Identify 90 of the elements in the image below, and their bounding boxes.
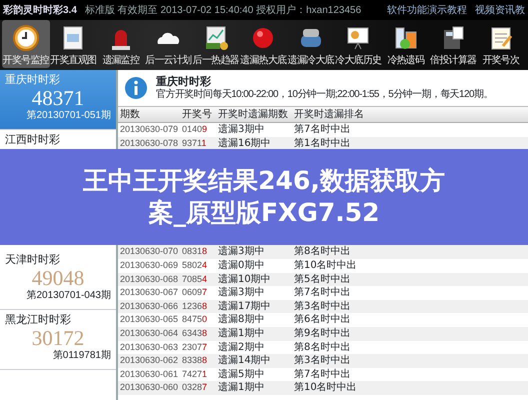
table-cell-text: 20130630-060 [119, 381, 180, 394]
info-icon [124, 76, 148, 100]
table-cell-text: 20130630-068 [119, 272, 180, 286]
lottery-item[interactable]: 重庆时时彩 48371 第20130701-051期 [0, 70, 116, 130]
draw-number: 49048 [30, 266, 86, 290]
table-cell-text: 12368 [182, 300, 208, 313]
tutorial-link[interactable]: 视频资讯教 [475, 2, 525, 18]
lottery-name: 重庆时时彩 [5, 73, 61, 86]
table-cell-text: 20130630-062 [119, 354, 180, 368]
table-cell-text: 第9名时中出 [294, 326, 352, 340]
table-cell-text: 第7名时中出 [294, 123, 352, 137]
table-cell-text: 84750 [182, 313, 208, 326]
column-header: 开奖号 [182, 108, 213, 122]
draw-number: 48371 [30, 86, 86, 110]
table-cell-text: 20130630-064 [119, 326, 180, 340]
table-cell-text: 63438 [182, 326, 208, 340]
table-cell-text: 第10名时中出 [294, 258, 358, 273]
table-cell-text: 第8名时中出 [294, 340, 352, 354]
table-cell-text: 23077 [182, 340, 208, 354]
column-header: 开奖时遗漏期数 [218, 108, 289, 122]
toolbar-button[interactable]: 倍投计算器 [430, 20, 477, 68]
table-cell-text: 遗漏3期中 [218, 245, 266, 259]
table-cell-text: 遗漏2期中 [218, 340, 266, 354]
table-cell-text: 58024 [182, 258, 208, 272]
table-cell-text: 遗漏3期中 [218, 286, 266, 300]
clock-icon [12, 24, 40, 52]
table-cell-text: 70854 [182, 272, 208, 286]
info-text: 官方开奖时间每天10:00-22:00，10分钟一期;22:00-1:55，5分钟一期，每天120期。 [156, 88, 493, 101]
table-cell-text: 74271 [182, 368, 208, 381]
toolbar-button[interactable]: 后一热趋器 [192, 20, 240, 68]
info-title: 重庆时时彩 [156, 75, 212, 88]
toolbar-button[interactable]: 冷大底历史 [334, 20, 382, 68]
table-cell-text: 遗漏0期中 [218, 258, 266, 273]
table-cell-text: 第7名时中出 [294, 286, 352, 300]
period-label: 第20130701-051期 [25, 110, 111, 122]
lottery-item[interactable]: 天津时时彩 49048 第20130701-043期 [0, 250, 116, 310]
tutorial-link[interactable]: 软件功能演示教程 [387, 2, 467, 18]
table-cell-text: 第3名时中出 [294, 354, 352, 368]
period-label: 第0119781期 [52, 350, 111, 362]
table-cell-text: 20130630-069 [119, 258, 180, 272]
table-cell-text: 03287 [182, 381, 208, 394]
app-title: 彩韵灵时时彩3.4 [3, 4, 77, 18]
table-cell-text: 第5名时中出 [294, 272, 352, 286]
table-cell-text: 01409 [182, 123, 208, 136]
toolbar-button[interactable]: 开奖号次 [477, 20, 524, 68]
table-cell-text: 93711 [182, 136, 208, 150]
table-cell-text: 遗漏10期中 [218, 272, 272, 286]
lottery-name: 黑龙江时时彩 [5, 313, 72, 326]
caption-banner: 王中王开奖结果246,数据获取方 案_原型版FXG7.52 [0, 149, 528, 245]
table-cell-text: 20130630-066 [119, 300, 180, 313]
lottery-item[interactable]: 黑龙江时时彩 30172 第0119781期 [0, 310, 116, 370]
draw-number: 30172 [30, 326, 86, 350]
toolbar-button[interactable]: 开奖号监控 [2, 20, 50, 68]
lottery-name: 天津时时彩 [5, 253, 61, 266]
toolbar-button[interactable]: 开奖直观图 [50, 20, 97, 68]
table-cell-text: 20130630-078 [119, 136, 180, 150]
license-info: 标准版 有效期至 2013-07-02 15:40:40 授权用户：hxan123456 [84, 4, 362, 18]
lottery-name: 江西时时彩 [5, 133, 61, 146]
column-header: 期数 [119, 108, 141, 122]
table-cell-text: 遗漏1期中 [218, 326, 266, 340]
column-header: 开奖时遗漏排名 [294, 108, 365, 122]
table-cell-text: 08318 [182, 245, 208, 258]
table-cell-text: 遗漏14期中 [218, 354, 272, 368]
table-cell-text: 20130630-067 [119, 286, 180, 300]
table-cell-text: 20130630-061 [119, 368, 180, 381]
table-cell-text: 第3名时中出 [294, 300, 352, 314]
table-cell-text: 20130630-079 [119, 123, 180, 136]
toolbar-button[interactable]: 遗漏热大底 [240, 20, 287, 68]
table-cell-text: 第10名时中出 [294, 381, 358, 395]
lottery-item[interactable]: 江西时时彩 [0, 130, 116, 149]
table-cell-text: 遗漏5期中 [218, 368, 266, 382]
toolbar-button[interactable]: 冷热遗码 [382, 20, 430, 68]
table-cell-text: 20130630-065 [119, 313, 180, 326]
table-cell-text: 遗漏1期中 [218, 381, 266, 395]
toolbar-button[interactable]: 遗漏监控 [97, 20, 144, 68]
table-cell-text: 遗漏16期中 [218, 136, 272, 150]
table-cell-text: 第8名时中出 [294, 245, 352, 259]
table-cell-text: 20130630-063 [119, 340, 180, 354]
table-cell-text: 遗漏17期中 [218, 300, 272, 314]
table-cell-text: 第7名时中出 [294, 368, 352, 382]
table-cell-text: 06097 [182, 286, 208, 300]
table-cell-text: 遗漏3期中 [218, 123, 266, 137]
toolbar-button[interactable]: 后一云计划 [144, 20, 192, 68]
table-cell-text: 第1名时中出 [294, 136, 352, 150]
period-label: 第20130701-043期 [25, 290, 111, 302]
table-cell-text: 20130630-070 [119, 245, 180, 258]
table-cell-text: 第6名时中出 [294, 313, 352, 327]
table-cell-text: 遗漏8期中 [218, 313, 266, 327]
table-cell-text: 83388 [182, 354, 208, 368]
toolbar-button[interactable]: 遗漏冷大底 [287, 20, 334, 68]
